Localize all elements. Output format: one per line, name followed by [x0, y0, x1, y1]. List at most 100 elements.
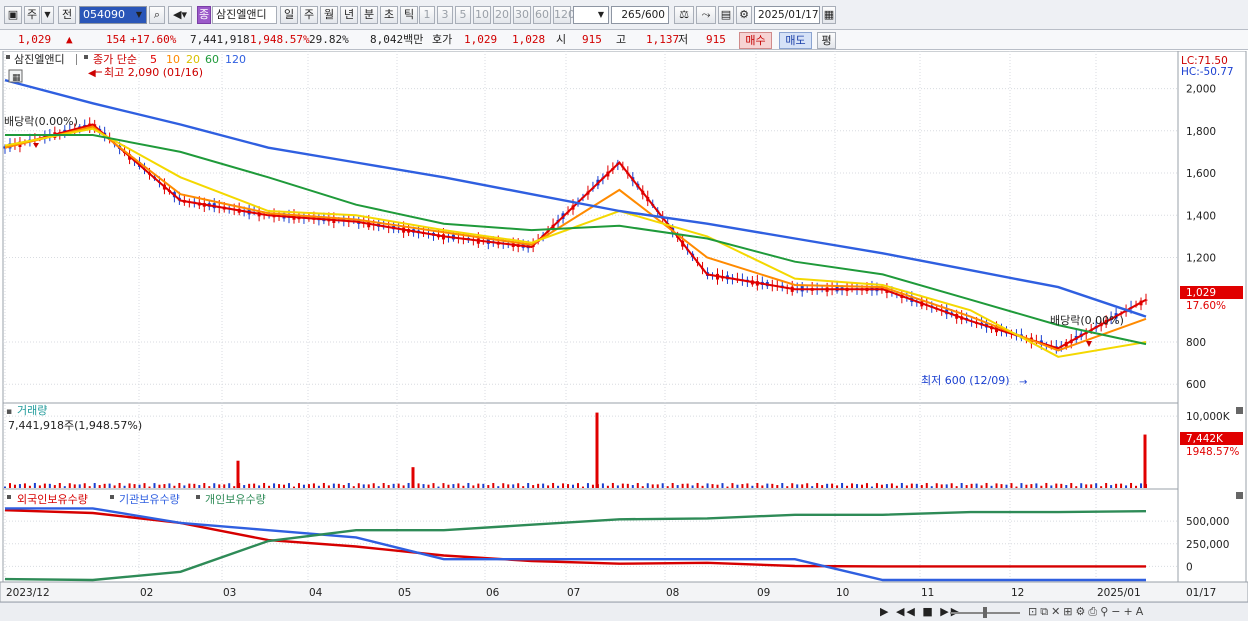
volume-bar	[517, 483, 520, 488]
volume-bar	[477, 483, 480, 488]
speaker-icon[interactable]: ◀▾	[168, 6, 192, 24]
layout-icon[interactable]: ⊡	[1028, 605, 1040, 618]
chart-menu-icon[interactable]: ▣	[4, 6, 22, 24]
count-total: /600	[641, 9, 665, 21]
interval-minute[interactable]: 분	[360, 6, 378, 24]
interval-week[interactable]: 주	[300, 6, 318, 24]
chevron-down-icon[interactable]: ▼	[41, 6, 54, 24]
price-tick-label: 1,400	[1186, 210, 1216, 222]
volume-bar	[417, 483, 420, 488]
volume-bar	[965, 485, 968, 488]
rewind-icon[interactable]: ◀◀	[896, 605, 917, 618]
volume-bar	[432, 483, 435, 488]
volume-bar	[188, 483, 191, 488]
price-chart[interactable]: 2,0001,8001,6001,4001,2008006002023/12 02…	[0, 50, 1248, 603]
volume-bar	[178, 482, 181, 488]
mult-3[interactable]: 3	[437, 6, 453, 24]
volume-bar	[273, 483, 276, 488]
volume-bar	[1030, 484, 1033, 488]
svg-text:→: →	[1019, 377, 1027, 388]
volume-bar	[78, 484, 81, 488]
svg-text:◀: ◀	[88, 68, 96, 79]
ask-price: 1,028	[512, 33, 546, 46]
ma-label: 종가 단순	[93, 53, 137, 66]
mult-30[interactable]: 30	[513, 6, 531, 24]
volume-bar	[113, 485, 116, 488]
holdings-panel-close-icon[interactable]	[1236, 492, 1243, 499]
mult-10[interactable]: 10	[473, 6, 491, 24]
interval-month[interactable]: 월	[320, 6, 338, 24]
interval-year[interactable]: 년	[340, 6, 358, 24]
volume-bar	[123, 485, 126, 488]
print-icon[interactable]: ⎙	[1088, 605, 1100, 618]
time-tick-label: 02	[140, 587, 153, 599]
info-bar: 1,029 ▲ 154 +17.60% 7,441,918 1,948.57% …	[0, 30, 1248, 50]
sell-button[interactable]: 매도	[779, 32, 812, 49]
play-icon[interactable]: ▶	[880, 605, 890, 618]
volume-bar	[153, 483, 156, 488]
zoom-slider-handle[interactable]	[983, 607, 987, 618]
volume-bar	[771, 483, 774, 488]
price-tick-label: 2,000	[1186, 84, 1216, 96]
volume-panel-close-icon[interactable]	[1236, 407, 1243, 414]
chart-type-icon[interactable]: ⤳	[696, 6, 716, 24]
code-dropdown-icon[interactable]: ▼	[132, 7, 146, 25]
search-icon[interactable]: ⌕	[149, 6, 165, 24]
individual-holdings-label: 개인보유수량	[205, 493, 266, 506]
buy-button[interactable]: 매수	[739, 32, 772, 49]
volume-bar	[761, 485, 764, 488]
volume-bar	[397, 483, 400, 488]
mult-60[interactable]: 60	[533, 6, 551, 24]
legend-bullet	[6, 55, 10, 59]
tool-icons[interactable]: ⊡⧉✕⊞⚙⎙⚲−+A	[1028, 605, 1146, 619]
count-field[interactable]: 265/600	[611, 6, 669, 24]
mult-5[interactable]: 5	[455, 6, 471, 24]
volume-bar	[193, 483, 196, 488]
date-input[interactable]: 2025/01/17	[754, 6, 820, 24]
volume-bar	[243, 485, 246, 488]
volume-bar	[312, 483, 315, 488]
cross-icon[interactable]: ✕	[1051, 605, 1063, 618]
mult-1[interactable]: 1	[419, 6, 435, 24]
volume-bar	[706, 483, 709, 488]
font-size-icon[interactable]: A	[1136, 605, 1147, 618]
volume-bar	[457, 483, 460, 488]
price-tick-label: 1,800	[1186, 126, 1216, 138]
interval-tick[interactable]: 틱	[400, 6, 418, 24]
chart-area[interactable]: 2,000 1,800 1,600 1,400 1,200 800 600 2023/12 02…	[0, 50, 1248, 603]
mult-20[interactable]: 20	[493, 6, 511, 24]
prev-button[interactable]: 전	[58, 6, 76, 24]
volume-bar	[1015, 486, 1018, 488]
evaluate-button[interactable]: 평	[817, 32, 836, 49]
volume-bar	[352, 486, 355, 488]
copy-icon[interactable]: ⧉	[1040, 605, 1051, 618]
period-prefix-button[interactable]: 주	[24, 6, 40, 24]
candle-icon[interactable]: ⚖	[674, 6, 694, 24]
trade-amount: 8,042백만	[370, 33, 424, 46]
settings-icon[interactable]: ⚙	[1076, 605, 1089, 618]
turnover-pct: 29.82%	[309, 33, 349, 46]
low-price: 915	[706, 33, 726, 46]
volume-bar	[641, 486, 644, 488]
grid-icon[interactable]: ⊞	[1063, 605, 1075, 618]
calendar-icon[interactable]: ▦	[822, 6, 836, 24]
volume-bar	[407, 482, 410, 488]
volume-bar	[611, 482, 614, 488]
volume-box-pct: 1948.57%	[1186, 446, 1239, 458]
interval-second[interactable]: 초	[380, 6, 398, 24]
mult-120[interactable]: 120	[553, 6, 575, 24]
search-zoom-icon[interactable]: ⚲	[1100, 605, 1111, 618]
volume-bar	[870, 486, 873, 488]
legend-bullet	[110, 495, 114, 499]
volume-bar	[28, 485, 31, 488]
interval-day[interactable]: 일	[280, 6, 298, 24]
save-icon[interactable]: ▤	[718, 6, 734, 24]
stop-icon[interactable]: ■	[922, 605, 934, 618]
price-tick-label: 600	[1186, 379, 1206, 391]
multiplier-dropdown-icon[interactable]: ▼	[594, 7, 608, 25]
zoom-out-icon[interactable]: −	[1111, 605, 1123, 618]
volume-bar	[696, 482, 699, 488]
scroll-bar[interactable]: ▶ ◀◀ ■ ▶▶ ⊡⧉✕⊞⚙⎙⚲−+A	[0, 602, 1248, 621]
zoom-in-icon[interactable]: +	[1123, 605, 1135, 618]
gear-icon[interactable]: ⚙	[736, 6, 752, 24]
